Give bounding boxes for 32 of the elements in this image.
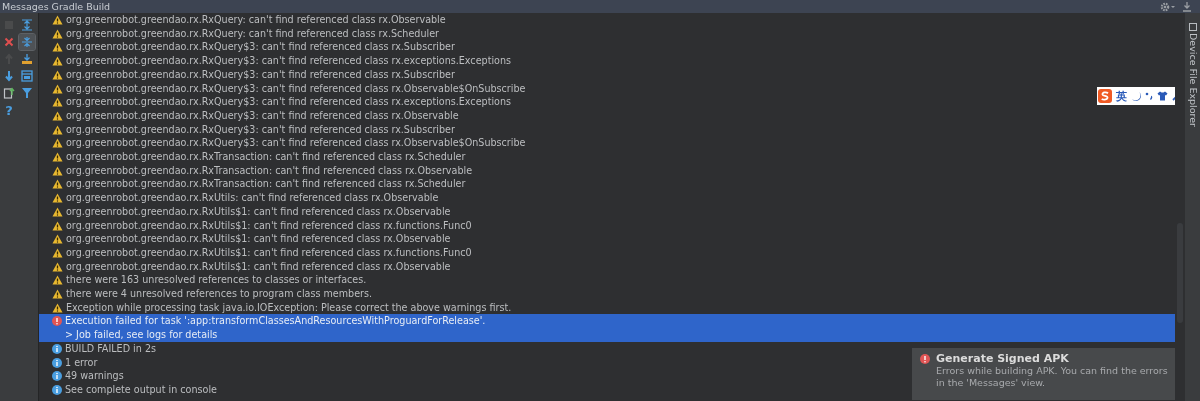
message-text: org.greenrobot.greendao.rx.RxQuery$3: can't find referenced class rx.Subscriber — [66, 40, 455, 55]
message-text: org.greenrobot.greendao.rx.RxUtils$1: can't find referenced class rx.Observable — [66, 259, 451, 274]
message-text: Exception while processing task java.io.IOException: Please correct the above warnings first. — [66, 300, 512, 315]
message-text: 49 warnings — [65, 369, 124, 383]
message-text: org.greenrobot.greendao.rx.RxQuery$3: can't find referenced class rx.Subscriber — [66, 122, 455, 137]
notification-title: Generate Signed APK — [936, 352, 1069, 365]
message-text: org.greenrobot.greendao.rx.RxQuery: can't find referenced class rx.Observable — [66, 13, 446, 27]
message-text: org.greenrobot.greendao.rx.RxQuery$3: can't find referenced class rx.Observable — [66, 108, 459, 123]
message-text: org.greenrobot.greendao.rx.RxUtils$1: can't find referenced class rx.Observable — [66, 232, 451, 246]
message-text: BUILD FAILED in 2s — [65, 341, 156, 356]
message-text: org.greenrobot.greendao.rx.RxUtils$1: can't find referenced class rx.Observable — [66, 204, 451, 219]
message-text: org.greenrobot.greendao.rx.RxUtils: can't find referenced class rx.Observable — [66, 191, 439, 205]
message-text: there were 4 unresolved references to program class members. — [66, 287, 373, 301]
message-text: > Job failed, see logs for details — [65, 328, 219, 342]
message-text: 1 error — [65, 355, 98, 370]
message-text: org.greenrobot.greendao.rx.RxQuery$3: can't find referenced class rx.exceptions.Exceptions — [66, 95, 512, 109]
notification-text: Errors while building APK. You can find the errors — [935, 365, 1169, 377]
window-title: Messages Gradle Build — [2, 1, 111, 12]
message-text: See complete output in console — [65, 383, 217, 397]
notification-text: in the 'Messages' view. — [935, 377, 1047, 389]
message-text: org.greenrobot.greendao.rx.RxTransaction: can't find referenced class rx.Scheduler — [66, 150, 466, 164]
message-text: org.greenrobot.greendao.rx.RxTransaction: can't find referenced class rx.Scheduler — [66, 177, 466, 192]
message-text: org.greenrobot.greendao.rx.RxUtils$1: can't find referenced class rx.functions.Func0 — [66, 218, 472, 233]
message-text: there were 163 unresolved references to classes or interfaces. — [66, 273, 367, 288]
message-text: Execution failed for task ':app:transformClassesAndResourcesWithProguardForRelease'. — [65, 314, 486, 329]
message-text: org.greenrobot.greendao.rx.RxQuery$3: can't find referenced class rx.exceptions.Exceptions — [66, 54, 512, 68]
message-text: org.greenrobot.greendao.rx.RxQuery$3: can't find referenced class rx.Observable$OnSubscribe — [66, 81, 526, 96]
message-text: org.greenrobot.greendao.rx.RxTransaction: can't find referenced class rx.Observable — [66, 163, 473, 178]
message-text: org.greenrobot.greendao.rx.RxQuery$3: can't find referenced class rx.Observable$OnSubscribe — [66, 136, 526, 151]
message-text: org.greenrobot.greendao.rx.RxQuery$3: can't find referenced class rx.Subscriber — [66, 67, 455, 82]
message-text: org.greenrobot.greendao.rx.RxUtils$1: can't find referenced class rx.functions.Func0 — [66, 245, 472, 260]
message-text: org.greenrobot.greendao.rx.RxQuery: can't find referenced class rx.Scheduler — [66, 26, 439, 41]
